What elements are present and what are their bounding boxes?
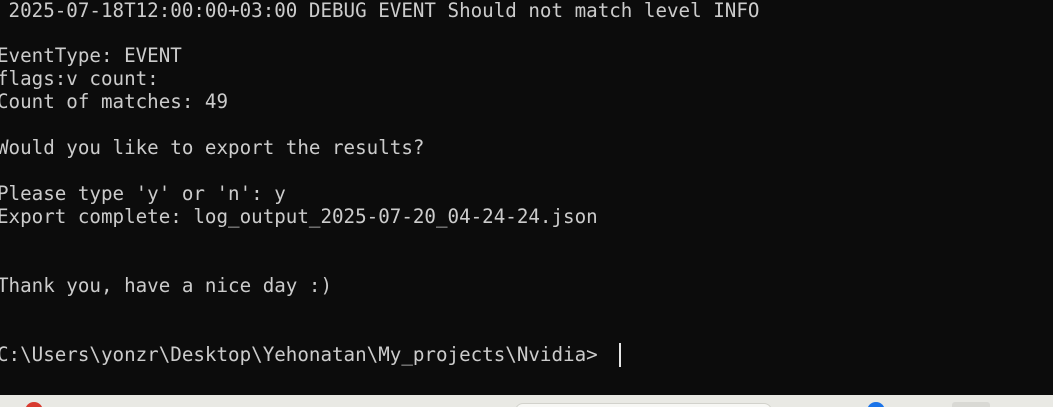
taskbar-search-box[interactable] bbox=[515, 403, 772, 407]
terminal-line-input-prompt: Please type 'y' or 'n': y bbox=[0, 182, 286, 205]
taskbar-app-icon[interactable] bbox=[952, 402, 990, 407]
terminal-line-log-entry: 2025-07-18T12:00:00+03:00 DEBUG EVENT Sh… bbox=[0, 0, 760, 22]
terminal-line-export-complete: Export complete: log_output_2025-07-20_0… bbox=[0, 205, 598, 228]
app-blue-icon[interactable] bbox=[867, 402, 885, 407]
terminal-line-flags: flags:v count: bbox=[0, 67, 159, 90]
command-prompt[interactable]: C:\Users\yonzr\Desktop\Yehonatan\My_proj… bbox=[0, 343, 598, 366]
terminal-window[interactable]: 2025-07-18T12:00:00+03:00 DEBUG EVENT Sh… bbox=[0, 0, 1053, 395]
terminal-line-event-type: EventType: EVENT bbox=[0, 44, 182, 67]
terminal-line-match-count: Count of matches: 49 bbox=[0, 90, 229, 113]
terminal-line-export-prompt: Would you like to export the results? bbox=[0, 136, 425, 159]
text-cursor bbox=[619, 343, 621, 367]
terminal-line-goodbye: Thank you, have a nice day :) bbox=[0, 274, 333, 297]
app-red-icon[interactable] bbox=[25, 402, 43, 407]
taskbar bbox=[0, 395, 1053, 407]
